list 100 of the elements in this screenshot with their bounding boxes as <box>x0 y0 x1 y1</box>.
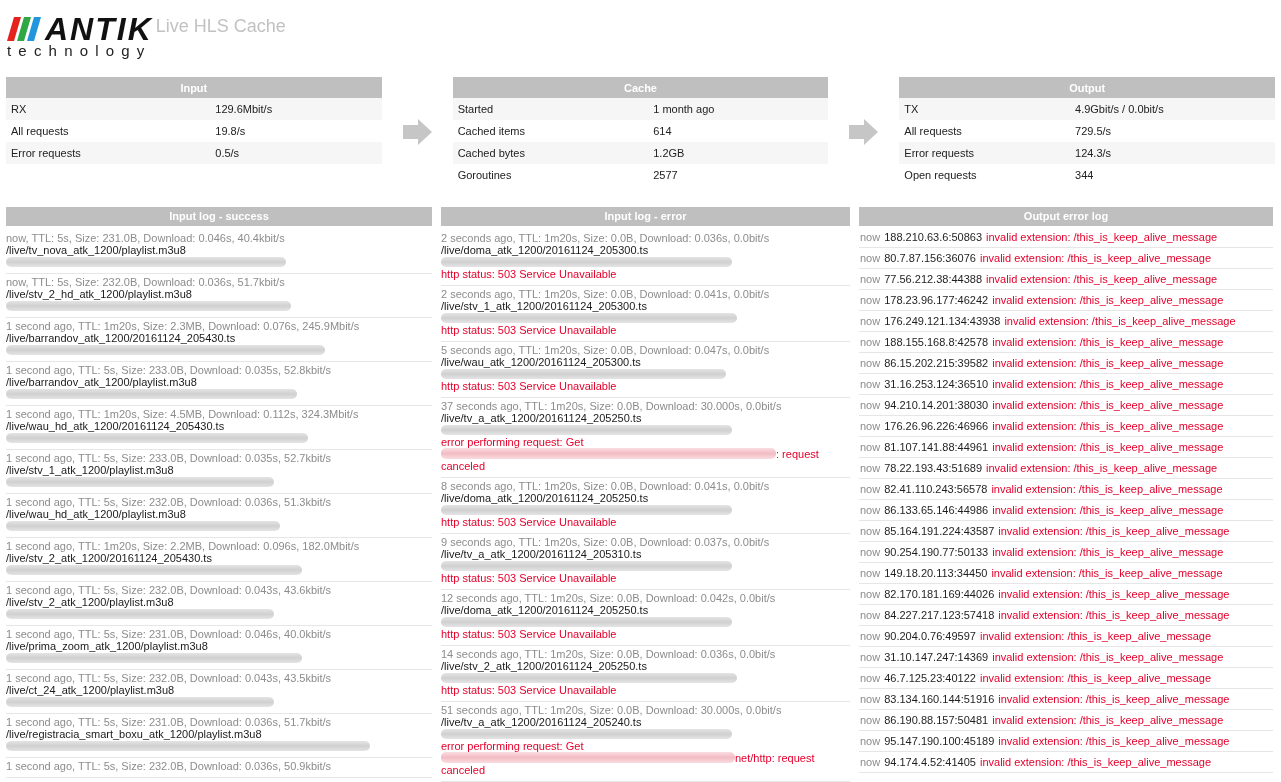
client-address: 94.210.14.201:38030 <box>884 399 989 411</box>
error-message: invalid extension: /this_is_keep_alive_message <box>979 756 1212 768</box>
arrow-right-icon <box>849 118 879 145</box>
stat-value: 4.9Gbit/s / 0.0bit/s <box>1070 98 1275 120</box>
log-meta: 1 second ago, TTL: 5s, Size: 233.0B, Download: 0.035s, 52.8kbit/s <box>6 364 332 376</box>
error-message: error performing request: Get net/http: request canceled <box>441 740 816 776</box>
log-meta: 12 seconds ago, TTL: 1m20s, Size: 0.0B, Download: 0.042s, 0.0bit/s <box>441 592 776 604</box>
log-meta: 37 seconds ago, TTL: 1m20s, Size: 0.0B, Download: 30.000s, 0.0bit/s <box>441 400 782 412</box>
error-message: http status: 503 Service Unavailable <box>441 324 617 336</box>
log-time: now <box>860 525 881 537</box>
log-meta: 1 second ago, TTL: 5s, Size: 231.0B, Download: 0.046s, 40.0kbit/s <box>6 628 332 640</box>
client-address: 176.249.121.134:43938 <box>884 315 1001 327</box>
client-address: 84.227.217.123:57418 <box>884 609 995 621</box>
client-address: 94.174.4.52:41405 <box>884 756 976 768</box>
log-time: now <box>860 504 881 516</box>
client-address: 80.7.87.156:36076 <box>884 252 976 264</box>
stat-label: Open requests <box>899 164 1070 186</box>
log-time: now <box>860 651 881 663</box>
error-message: http status: 503 Service Unavailable <box>441 572 617 584</box>
stat-label: RX <box>6 98 211 120</box>
stat-label: Error requests <box>899 142 1070 164</box>
error-message: error performing request: Get : request canceled <box>441 436 820 472</box>
error-message: invalid extension: /this_is_keep_alive_message <box>986 462 1218 474</box>
stat-label: All requests <box>6 120 211 142</box>
error-message: invalid extension: /this_is_keep_alive_message <box>992 504 1224 516</box>
log-meta: 9 seconds ago, TTL: 1m20s, Size: 0.0B, Download: 0.037s, 0.0bit/s <box>441 536 770 548</box>
stat-value: 1.2GB <box>648 142 829 164</box>
log-path: /live/stv_2_atk_1200/playlist.m3u8 <box>6 596 174 608</box>
log-time: now <box>860 441 881 453</box>
error-message: http status: 503 Service Unavailable <box>441 268 617 280</box>
stat-label: Cached bytes <box>452 142 649 164</box>
error-message: invalid extension: /this_is_keep_alive_message <box>992 651 1224 663</box>
stat-label: Error requests <box>6 142 211 164</box>
client-address: 176.26.96.226:46966 <box>884 420 989 432</box>
log-time: now <box>860 546 881 558</box>
log-meta: 51 seconds ago, TTL: 1m20s, Size: 0.0B, Download: 30.000s, 0.0bit/s <box>441 704 782 716</box>
table-header: Output <box>899 77 1275 98</box>
error-message: invalid extension: /this_is_keep_alive_message <box>979 672 1212 684</box>
error-message: invalid extension: /this_is_keep_alive_message <box>979 252 1212 264</box>
error-message: invalid extension: /this_is_keep_alive_message <box>991 567 1223 579</box>
client-address: 78.22.193.43:51689 <box>884 462 983 474</box>
client-address: 95.147.190.100:45189 <box>884 735 995 747</box>
client-address: 77.56.212.38:44388 <box>884 273 983 285</box>
log-path: /live/tv_a_atk_1200/20161124_205250.ts <box>441 412 642 424</box>
log-time: now <box>860 588 881 600</box>
log-time: now <box>860 336 881 348</box>
log-path: /live/tv_a_atk_1200/20161124_205240.ts <box>441 716 642 728</box>
stat-label: Started <box>452 98 649 120</box>
stat-value: 344 <box>1070 164 1275 186</box>
error-message: http status: 503 Service Unavailable <box>441 628 617 640</box>
stat-value: 614 <box>648 120 829 142</box>
error-message: http status: 503 Service Unavailable <box>441 380 617 392</box>
client-address: 86.190.88.157:50481 <box>884 714 989 726</box>
client-address: 188.155.168.8:42578 <box>884 336 989 348</box>
stat-value: 129.6Mbit/s <box>210 98 382 120</box>
client-address: 31.16.253.124:36510 <box>884 378 989 390</box>
log-path: /live/stv_1_atk_1200/20161124_205300.ts <box>441 300 647 312</box>
log-time: now <box>860 399 881 411</box>
stat-label: All requests <box>899 120 1070 142</box>
error-message: invalid extension: /this_is_keep_alive_message <box>998 588 1230 600</box>
stat-value: 19.8/s <box>210 120 382 142</box>
log-meta: 8 seconds ago, TTL: 1m20s, Size: 0.0B, Download: 0.041s, 0.0bit/s <box>441 480 770 492</box>
log-time: now <box>860 567 881 579</box>
log-time: now <box>860 294 881 306</box>
log-meta: 1 second ago, TTL: 5s, Size: 232.0B, Download: 0.036s, 50.9kbit/s <box>6 760 332 772</box>
error-message: invalid extension: /this_is_keep_alive_message <box>979 630 1212 642</box>
client-address: 82.170.181.169:44026 <box>884 588 995 600</box>
error-message: http status: 503 Service Unavailable <box>441 684 617 696</box>
error-message: invalid extension: /this_is_keep_alive_message <box>992 294 1224 306</box>
panel-header: Input log - success <box>6 207 432 226</box>
client-address: 82.41.110.243:56578 <box>884 483 988 495</box>
log-meta: now, TTL: 5s, Size: 231.0B, Download: 0.046s, 40.4kbit/s <box>6 232 285 244</box>
error-message: invalid extension: /this_is_keep_alive_message <box>992 546 1224 558</box>
error-message: invalid extension: /this_is_keep_alive_message <box>992 357 1224 369</box>
log-path: /live/prima_zoom_atk_1200/playlist.m3u8 <box>6 640 208 652</box>
panel-header: Input log - error <box>441 207 850 226</box>
stat-label: TX <box>899 98 1070 120</box>
error-message: invalid extension: /this_is_keep_alive_message <box>1004 315 1236 327</box>
log-path: /live/doma_atk_1200/20161124_205300.ts <box>441 244 649 256</box>
log-time: now <box>860 630 881 642</box>
log-path: /live/ct_24_atk_1200/playlist.m3u8 <box>6 684 175 696</box>
log-meta: now, TTL: 5s, Size: 232.0B, Download: 0.036s, 51.7kbit/s <box>6 276 285 288</box>
error-message: invalid extension: /this_is_keep_alive_message <box>992 714 1224 726</box>
client-address: 188.210.63.6:50863 <box>884 231 983 243</box>
table-header: Input <box>6 77 382 98</box>
log-time: now <box>860 273 881 285</box>
panel-header: Output error log <box>859 207 1273 226</box>
log-path: /live/stv_2_atk_1200/20161124_205430.ts <box>6 552 212 564</box>
client-address: 46.7.125.23:40122 <box>884 672 976 684</box>
error-message: invalid extension: /this_is_keep_alive_message <box>991 483 1223 495</box>
log-time: now <box>860 693 881 705</box>
client-address: 90.204.0.76:49597 <box>884 630 976 642</box>
log-time: now <box>860 735 881 747</box>
log-time: now <box>860 420 881 432</box>
log-path: /live/tv_a_atk_1200/20161124_205310.ts <box>441 548 642 560</box>
stat-value: 0.5/s <box>210 142 382 164</box>
log-path: /live/wau_atk_1200/20161124_205300.ts <box>441 356 641 368</box>
error-message: invalid extension: /this_is_keep_alive_message <box>998 735 1230 747</box>
error-message: invalid extension: /this_is_keep_alive_message <box>998 525 1230 537</box>
log-time: now <box>860 483 881 495</box>
